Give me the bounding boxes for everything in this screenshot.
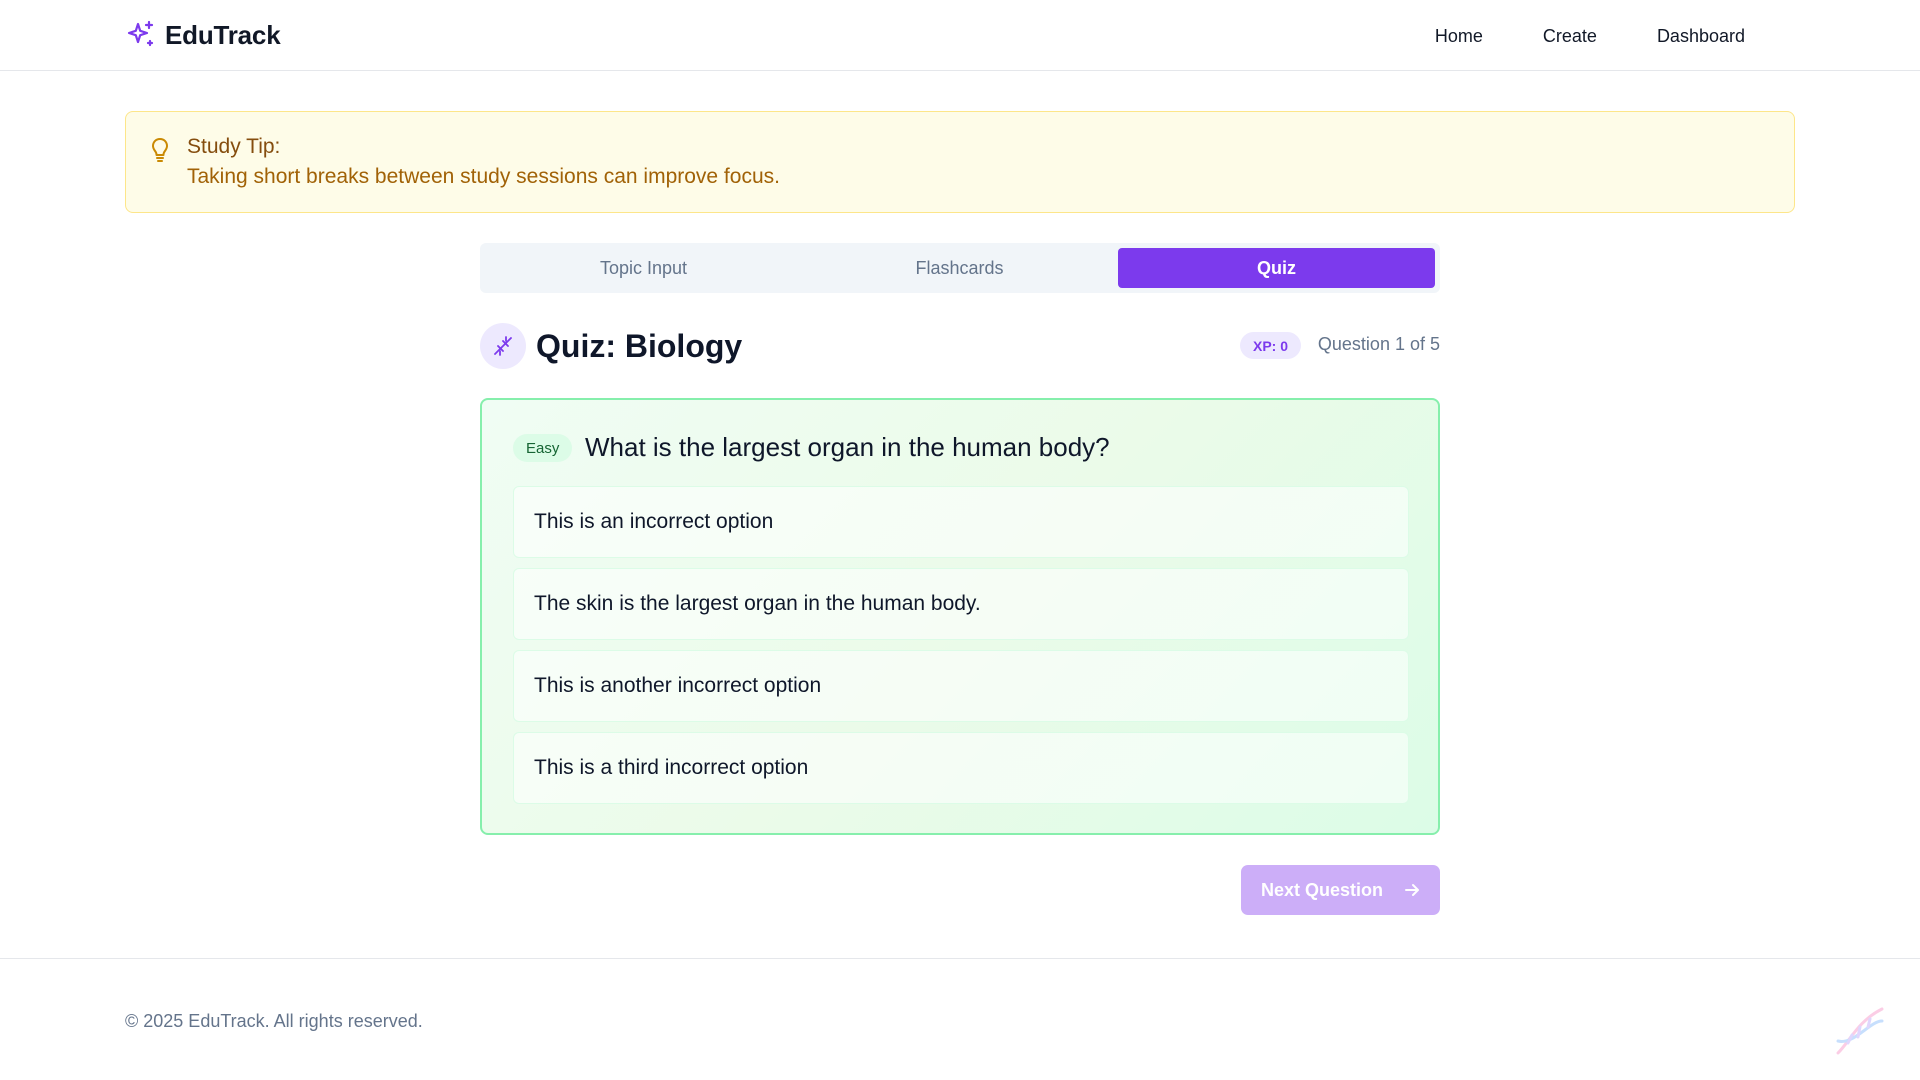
tip-title: Study Tip: [187, 135, 281, 158]
xp-badge: XP: 0 [1240, 332, 1302, 359]
top-navbar: EduTrack Home Create Dashboard [0, 0, 1920, 71]
next-question-button[interactable]: Next Question [1241, 865, 1440, 915]
page-footer: © 2025 EduTrack. All rights reserved. [0, 958, 1920, 1080]
brand-logo[interactable]: EduTrack [125, 19, 281, 51]
nav-create[interactable]: Create [1513, 24, 1627, 48]
question-text: What is the largest organ in the human b… [585, 432, 1110, 462]
next-question-label: Next Question [1261, 879, 1384, 900]
dna-watermark-icon [1830, 1001, 1890, 1061]
quiz-title: Quiz: Biology [536, 328, 743, 364]
answer-option-3[interactable]: This is another incorrect option [513, 650, 1409, 722]
mode-tabs: Topic Input Flashcards Quiz [480, 243, 1440, 293]
sparkles-icon [125, 19, 157, 51]
copyright-text: © 2025 EduTrack. All rights reserved. [125, 1011, 423, 1031]
answer-option-1[interactable]: This is an incorrect option [513, 486, 1409, 558]
tab-flashcards[interactable]: Flashcards [801, 248, 1118, 288]
main-nav: Home Create Dashboard [1405, 24, 1775, 48]
tab-quiz[interactable]: Quiz [1118, 248, 1435, 288]
question-card: Easy What is the largest organ in the hu… [480, 398, 1440, 835]
question-progress: Question 1 of 5 [1317, 334, 1440, 354]
brand-name: EduTrack [165, 19, 281, 50]
arrow-right-icon [1403, 881, 1421, 899]
nav-dashboard[interactable]: Dashboard [1627, 24, 1775, 48]
tab-topic-input[interactable]: Topic Input [485, 248, 802, 288]
quiz-header: Quiz: Biology XP: 0 Question 1 of 5 [480, 322, 1440, 370]
answer-option-4[interactable]: This is a third incorrect option [513, 732, 1409, 804]
answer-option-2[interactable]: The skin is the largest organ in the hum… [513, 568, 1409, 640]
study-tip-banner: Study Tip: Taking short breaks between s… [125, 111, 1795, 213]
tip-text: Taking short breaks between study sessio… [187, 165, 780, 188]
dna-icon [480, 323, 526, 369]
nav-home[interactable]: Home [1405, 24, 1513, 48]
lightbulb-icon [148, 136, 172, 164]
difficulty-badge: Easy [513, 434, 573, 462]
